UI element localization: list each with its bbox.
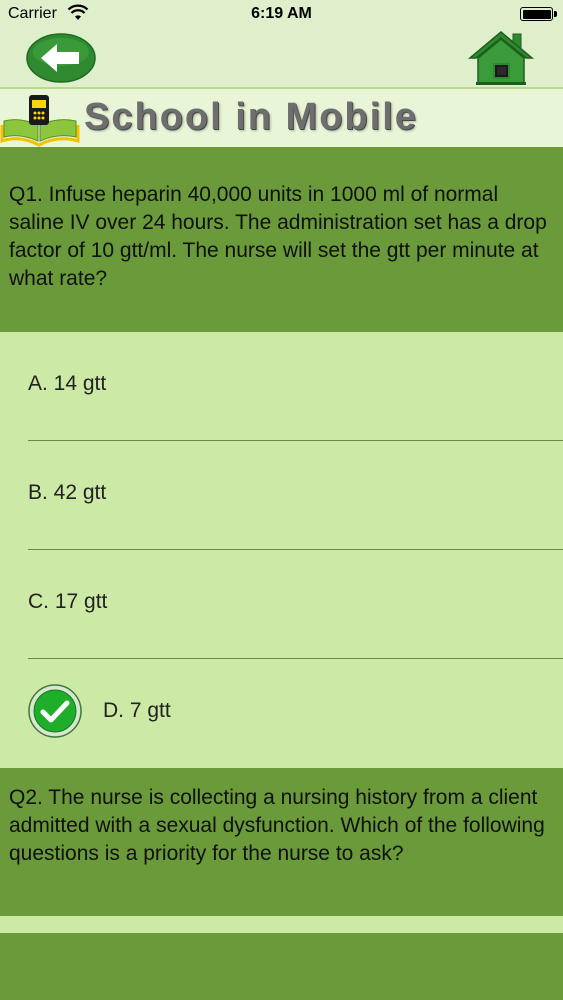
option-a[interactable]: A. 14 gtt [0, 332, 563, 441]
question-1-options: A. 14 gtt B. 42 gtt C. 17 gtt D. 7 gtt [0, 332, 563, 768]
option-d[interactable]: D. 7 gtt [0, 659, 563, 768]
option-b[interactable]: B. 42 gtt [0, 441, 563, 550]
clock: 6:19 AM [251, 5, 312, 22]
option-c[interactable]: C. 17 gtt [0, 550, 563, 659]
home-icon [467, 31, 535, 85]
app-title: School in Mobile [84, 96, 418, 138]
option-b-label: B. 42 gtt [28, 481, 107, 504]
back-arrow-icon [26, 33, 96, 83]
correct-checkmark-icon [28, 684, 82, 738]
option-a-label: A. 14 gtt [28, 372, 107, 395]
option-c-label: C. 17 gtt [28, 590, 108, 613]
question-1-text: Q1. Infuse heparin 40,000 units in 1000 … [0, 150, 563, 332]
next-section [0, 933, 563, 1000]
question-2-text: Q2. The nurse is collecting a nursing hi… [0, 768, 563, 916]
question-2-options-strip [0, 916, 563, 933]
back-button[interactable] [25, 32, 97, 84]
home-button[interactable] [466, 28, 536, 86]
app-banner: School in Mobile [0, 87, 563, 147]
battery-icon [520, 7, 557, 21]
status-bar: Carrier 6:19 AM [0, 0, 563, 30]
option-d-label: D. 7 gtt [103, 699, 171, 722]
top-navigation-bar [0, 30, 563, 87]
school-in-mobile-logo [0, 95, 80, 147]
